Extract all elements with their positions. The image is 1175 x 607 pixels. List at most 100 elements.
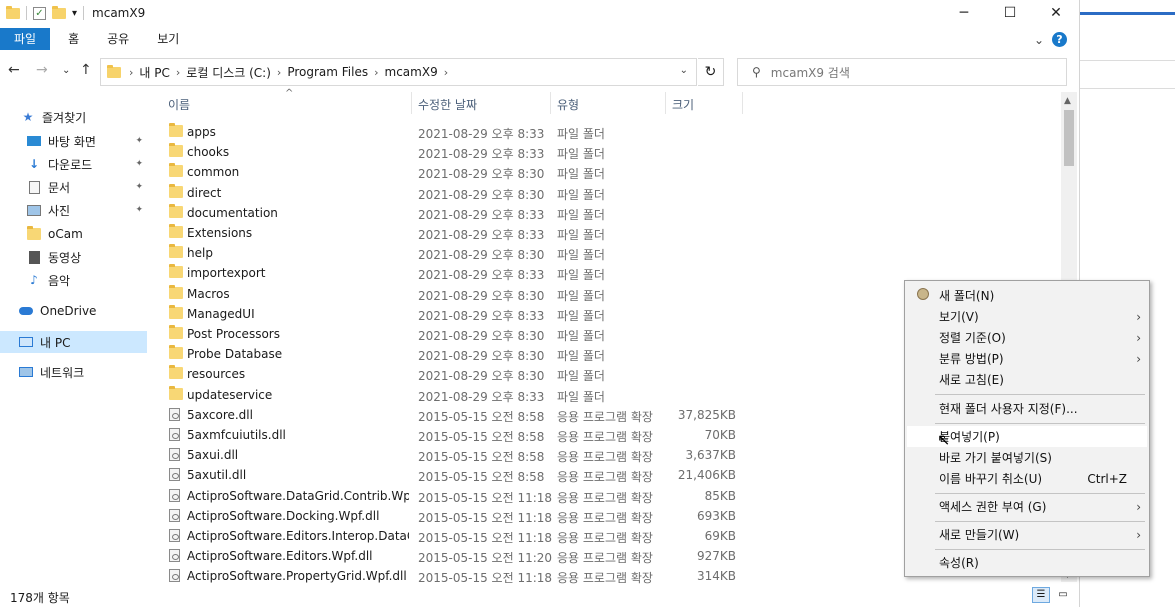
star-icon: ★: [22, 110, 34, 124]
folder-row[interactable]: common 2021-08-29 오후 8:30 파일 폴더: [160, 162, 1060, 182]
menu-item-customize-folder[interactable]: 현재 폴더 사용자 지정(F)...: [907, 398, 1147, 419]
folder-row[interactable]: chooks 2021-08-29 오후 8:33 파일 폴더: [160, 142, 1060, 162]
menu-item-paste-shortcut[interactable]: 바로 가기 붙여넣기(S): [907, 447, 1147, 468]
up-arrow-icon[interactable]: ↑: [80, 62, 92, 78]
menu-separator: [935, 521, 1145, 522]
pin-icon[interactable]: ✦: [135, 159, 143, 169]
column-divider[interactable]: [550, 92, 551, 114]
refresh-button[interactable]: ↻: [698, 58, 724, 86]
menu-item-undo-rename[interactable]: 이름 바꾸기 취소(U) Ctrl+Z: [907, 468, 1147, 489]
breadcrumb-this-pc[interactable]: 내 PC: [139, 64, 169, 81]
file-type: 응용 프로그램 확장: [557, 551, 653, 566]
tab-view[interactable]: 보기: [143, 28, 193, 50]
column-date[interactable]: 수정한 날짜: [418, 96, 477, 113]
file-type: 파일 폴더: [557, 389, 605, 404]
menu-item-label: 새로 고침(E): [939, 373, 1004, 387]
sidebar-item-desktop[interactable]: 바탕 화면 ✦: [0, 130, 147, 152]
pin-icon[interactable]: ✦: [135, 182, 143, 192]
tab-file[interactable]: 파일: [0, 28, 51, 50]
breadcrumb-local-disk[interactable]: 로컬 디스크 (C:): [186, 64, 271, 81]
file-date: 2021-08-29 오후 8:33: [418, 207, 545, 222]
tab-share[interactable]: 공유: [93, 28, 143, 50]
folder-icon: [169, 365, 183, 382]
menu-item-properties[interactable]: 속성(R): [907, 552, 1147, 573]
folder-icon: [169, 385, 183, 403]
breadcrumb-separator[interactable]: ›: [277, 66, 281, 79]
sidebar-item-downloads[interactable]: ↓ 다운로드 ✦: [0, 153, 147, 175]
file-name: chooks: [187, 145, 230, 160]
breadcrumb-mcamx9[interactable]: mcamX9: [385, 65, 438, 79]
menu-item-label: 분류 방법(P): [939, 352, 1004, 366]
address-bar[interactable]: › 내 PC › 로컬 디스크 (C:) › Program Files › m…: [100, 58, 697, 86]
close-button[interactable]: ✕: [1033, 0, 1079, 26]
help-icon[interactable]: ?: [1052, 32, 1067, 47]
new-folder-icon[interactable]: [52, 5, 66, 19]
file-type: 응용 프로그램 확장: [557, 510, 653, 525]
pin-icon[interactable]: ✦: [135, 136, 143, 146]
minimize-button[interactable]: ─: [941, 0, 987, 26]
menu-item-group-by[interactable]: 분류 방법(P) ›: [907, 348, 1147, 369]
expand-ribbon-icon[interactable]: ⌄: [1034, 33, 1044, 47]
folder-row[interactable]: apps 2021-08-29 오후 8:33 파일 폴더: [160, 122, 1060, 142]
breadcrumb-separator[interactable]: ›: [374, 66, 378, 79]
file-name: 5axcore.dll: [187, 407, 253, 422]
sidebar-item-documents[interactable]: 문서 ✦: [0, 176, 147, 198]
menu-item-view[interactable]: 보기(V) ›: [907, 306, 1147, 327]
maximize-button[interactable]: ☐: [987, 0, 1033, 26]
file-date: 2021-08-29 오후 8:30: [418, 369, 545, 384]
folder-icon: [169, 123, 183, 140]
details-view-icon[interactable]: ☰: [1032, 587, 1050, 603]
sidebar-item-quick-access[interactable]: ★ 즐겨찾기: [0, 106, 147, 128]
column-type[interactable]: 유형: [557, 96, 579, 113]
scroll-thumb[interactable]: [1064, 110, 1074, 166]
pin-icon[interactable]: ✦: [135, 205, 143, 215]
divider: [83, 6, 85, 20]
forward-arrow-icon[interactable]: →: [36, 62, 48, 78]
sidebar-item-pictures[interactable]: 사진 ✦: [0, 199, 147, 221]
sidebar-item-videos[interactable]: 동영상: [0, 246, 147, 268]
dll-file-icon: [169, 508, 180, 525]
file-date: 2015-05-15 오전 8:58: [418, 450, 545, 465]
customize-toolbar-icon[interactable]: ▾: [72, 8, 77, 19]
sidebar-item-this-pc[interactable]: 내 PC: [0, 331, 147, 353]
file-name: importexport: [187, 266, 266, 281]
menu-item-sort-by[interactable]: 정렬 기준(O) ›: [907, 327, 1147, 348]
menu-item-new[interactable]: 새로 만들기(W) ›: [907, 524, 1147, 545]
desktop-icon: [26, 136, 42, 146]
file-date: 2015-05-15 오전 8:58: [418, 430, 545, 444]
large-icons-view-icon[interactable]: ▭: [1054, 587, 1072, 603]
search-input[interactable]: ⚲ mcamX9 검색: [737, 58, 1067, 86]
folder-row[interactable]: help 2021-08-29 오후 8:30 파일 폴더: [160, 243, 1060, 263]
file-date: 2021-08-29 오후 8:33: [418, 228, 545, 242]
sidebar-item-music[interactable]: ♪ 음악: [0, 269, 147, 291]
menu-item-new-folder[interactable]: 새 폴더(N): [907, 285, 1147, 306]
scroll-up-icon[interactable]: ▲: [1064, 96, 1071, 106]
tab-home[interactable]: 홈: [54, 28, 93, 50]
column-name[interactable]: 이름: [168, 96, 190, 113]
back-arrow-icon[interactable]: ←: [8, 62, 20, 78]
file-name: apps: [187, 125, 216, 139]
sidebar-item-label: 음악: [48, 273, 71, 288]
column-size[interactable]: 크기: [672, 96, 694, 113]
column-divider[interactable]: [742, 92, 743, 114]
breadcrumb-program-files[interactable]: Program Files: [287, 65, 368, 79]
folder-row[interactable]: documentation 2021-08-29 오후 8:33 파일 폴더: [160, 203, 1060, 223]
column-divider[interactable]: [665, 92, 666, 114]
menu-item-refresh[interactable]: 새로 고침(E): [907, 369, 1147, 390]
sidebar-item-network[interactable]: 네트워크: [0, 361, 147, 383]
address-dropdown-icon[interactable]: ⌄: [680, 65, 688, 76]
menu-item-label: 이름 바꾸기 취소(U): [939, 472, 1043, 486]
computer-icon: [18, 337, 34, 347]
breadcrumb-separator[interactable]: ›: [176, 66, 180, 79]
folder-row[interactable]: Extensions 2021-08-29 오후 8:33 파일 폴더: [160, 223, 1060, 243]
file-type: 파일 폴더: [557, 167, 605, 182]
folder-icon: [169, 224, 183, 241]
sidebar-item-ocam[interactable]: oCam: [0, 223, 147, 245]
folder-row[interactable]: direct 2021-08-29 오후 8:30 파일 폴더: [160, 183, 1060, 203]
menu-item-give-access[interactable]: 액세스 권한 부여 (G) ›: [907, 496, 1147, 517]
breadcrumb-separator[interactable]: ›: [444, 66, 448, 79]
recent-locations-icon[interactable]: ⌄: [62, 65, 70, 76]
column-divider[interactable]: [411, 92, 412, 114]
sidebar-item-onedrive[interactable]: OneDrive: [0, 300, 147, 322]
properties-icon[interactable]: ✓: [33, 6, 46, 20]
